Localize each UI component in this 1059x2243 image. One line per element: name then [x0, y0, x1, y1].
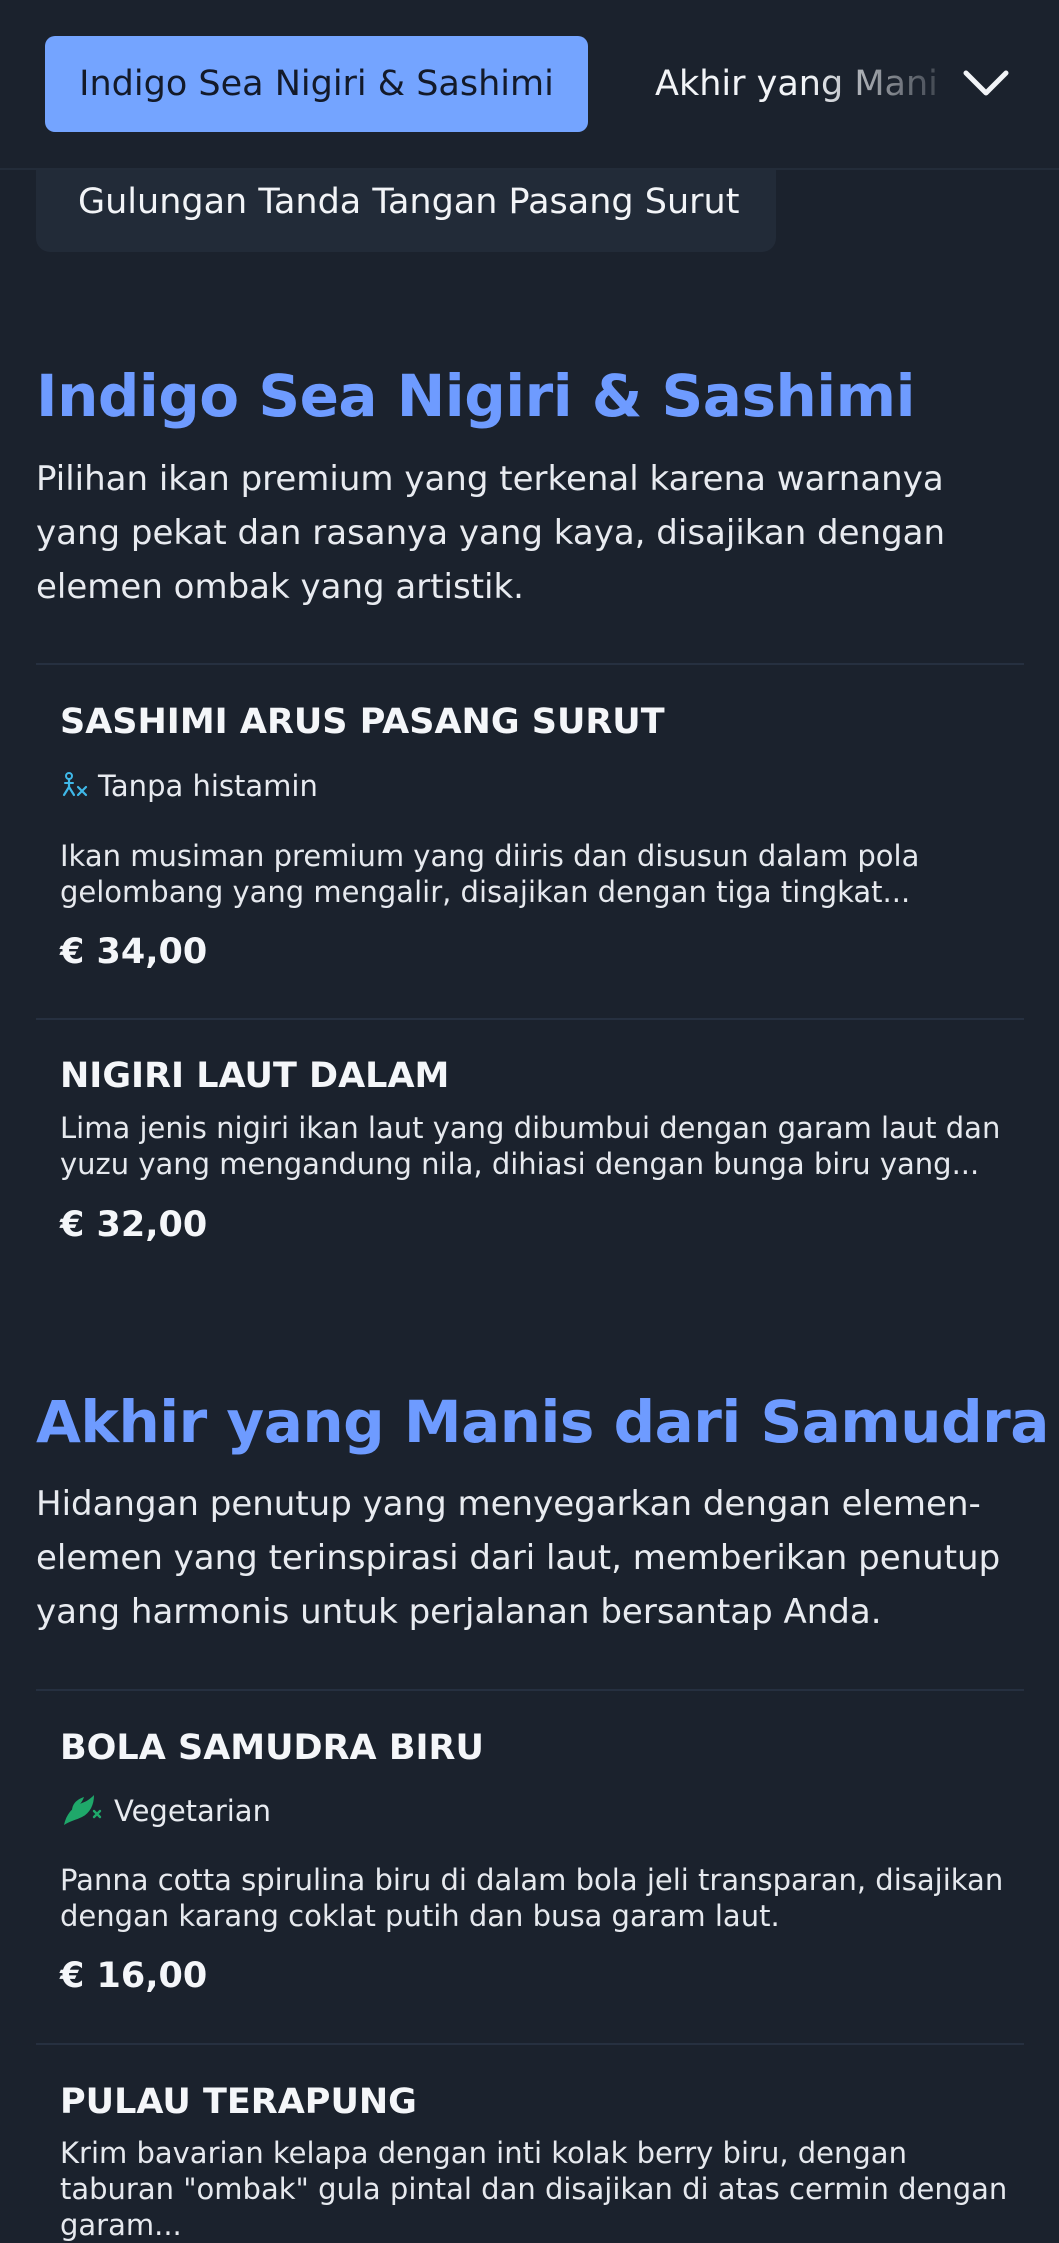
- menu-item-price: € 16,00: [60, 1956, 208, 1996]
- category-tab-previous-label: Gulungan Tanda Tangan Pasang Surut: [78, 182, 740, 222]
- no-histamine-icon: [60, 771, 88, 801]
- menu-item-description: Panna cotta spirulina biru di dalam bola…: [60, 1863, 1004, 1933]
- menu-item-name: PULAU TERAPUNG: [60, 2082, 417, 2122]
- category-nav-bar: Indigo Sea Nigiri & Sashimi Akhir yang M…: [0, 0, 1059, 170]
- divider: [36, 1689, 1024, 1691]
- divider: [36, 1018, 1024, 1020]
- menu-item-name: NIGIRI LAUT DALAM: [60, 1056, 450, 1096]
- menu-item-name: BOLA SAMUDRA BIRU: [60, 1728, 484, 1768]
- divider: [36, 2043, 1024, 2045]
- menu-item-description: Ikan musiman premium yang diiris dan dis…: [60, 839, 920, 909]
- vegetarian-icon: [60, 1793, 104, 1829]
- section-description: Pilihan ikan premium yang terkenal karen…: [36, 459, 946, 607]
- divider: [36, 663, 1024, 665]
- section-description: Hidangan penutup yang menyegarkan dengan…: [36, 1484, 1001, 1632]
- diet-label: Vegetarian: [114, 1794, 271, 1828]
- menu-item-description: Lima jenis nigiri ikan laut yang dibumbu…: [60, 1111, 1001, 1181]
- section-title: Indigo Sea Nigiri & Sashimi: [36, 362, 915, 430]
- section-title: Akhir yang Manis dari Samudra: [36, 1388, 1049, 1456]
- menu-item-description: Krim bavarian kelapa dengan inti kolak b…: [60, 2136, 1008, 2242]
- category-tab-active[interactable]: Indigo Sea Nigiri & Sashimi: [45, 36, 588, 132]
- menu-item-price: € 34,00: [60, 932, 208, 972]
- category-tab-next[interactable]: Akhir yang Manis dari Samudra: [655, 36, 935, 132]
- menu-item-name: SASHIMI ARUS PASANG SURUT: [60, 702, 665, 742]
- diet-badge: Tanpa histamin: [60, 766, 318, 806]
- chevron-down-icon[interactable]: [960, 60, 1012, 108]
- menu-item-price: € 32,00: [60, 1205, 208, 1245]
- diet-badge: Vegetarian: [60, 1791, 271, 1831]
- diet-label: Tanpa histamin: [98, 769, 318, 803]
